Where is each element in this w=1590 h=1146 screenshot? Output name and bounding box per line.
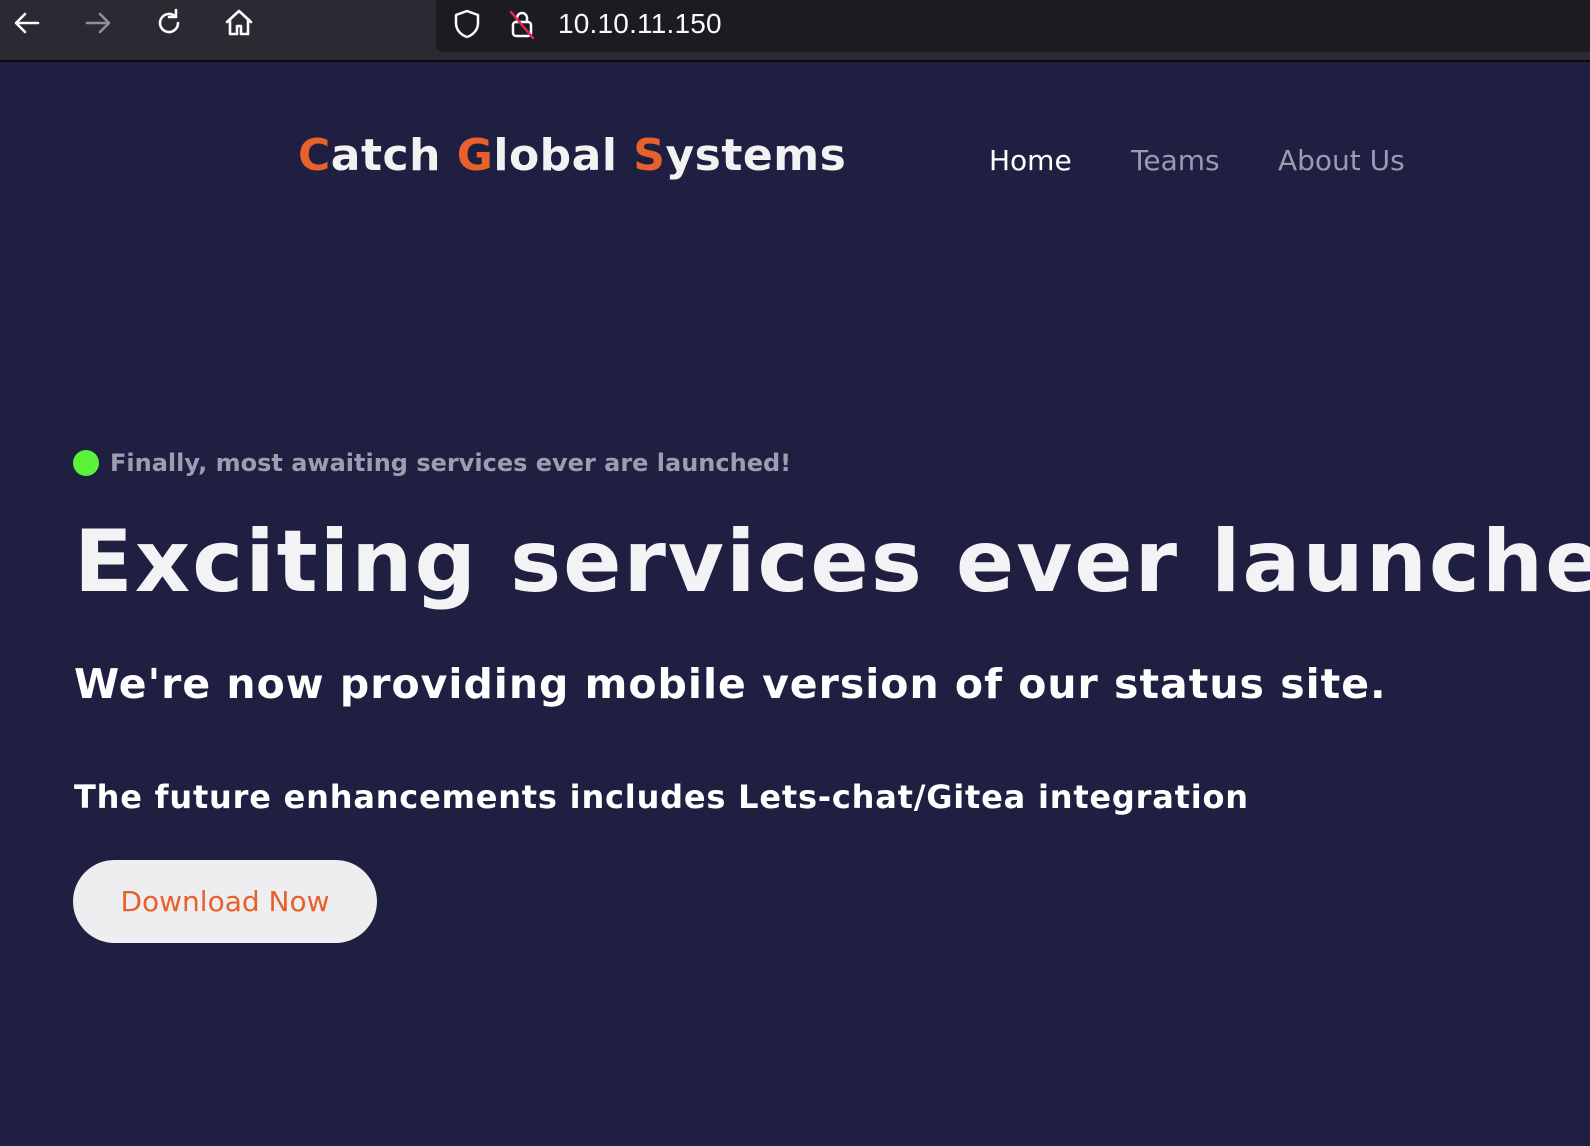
forward-arrow-icon [82, 7, 114, 43]
hero-subtitle: We're now providing mobile version of ou… [74, 660, 1387, 708]
nav-link-teams[interactable]: Teams [1131, 144, 1220, 177]
page-content: Catch Global Systems Home Teams About Us… [0, 64, 1590, 1146]
forward-button[interactable] [77, 4, 119, 46]
nav-link-about-us[interactable]: About Us [1278, 144, 1405, 177]
browser-toolbar: 10.10.11.150 [0, 0, 1590, 62]
download-now-button[interactable]: Download Now [73, 860, 377, 943]
address-bar[interactable]: 10.10.11.150 [436, 0, 1590, 52]
url-text[interactable]: 10.10.11.150 [558, 8, 722, 40]
home-button[interactable] [218, 4, 260, 46]
shield-icon[interactable] [449, 6, 485, 42]
insecure-lock-icon[interactable] [504, 6, 540, 42]
main-nav: Home Teams About Us [0, 144, 1590, 184]
launch-tagline: Finally, most awaiting services ever are… [73, 448, 791, 478]
hero-title: Exciting services ever launched by C [74, 512, 1590, 612]
reload-button[interactable] [148, 4, 190, 46]
back-arrow-icon [11, 7, 43, 43]
home-icon [223, 7, 255, 43]
tagline-text: Finally, most awaiting services ever are… [110, 449, 792, 477]
enhancements-note: The future enhancements includes Lets-ch… [74, 778, 1249, 816]
nav-link-home[interactable]: Home [989, 144, 1072, 177]
reload-icon [153, 7, 185, 43]
back-button[interactable] [6, 4, 48, 46]
status-dot-icon [73, 450, 99, 476]
